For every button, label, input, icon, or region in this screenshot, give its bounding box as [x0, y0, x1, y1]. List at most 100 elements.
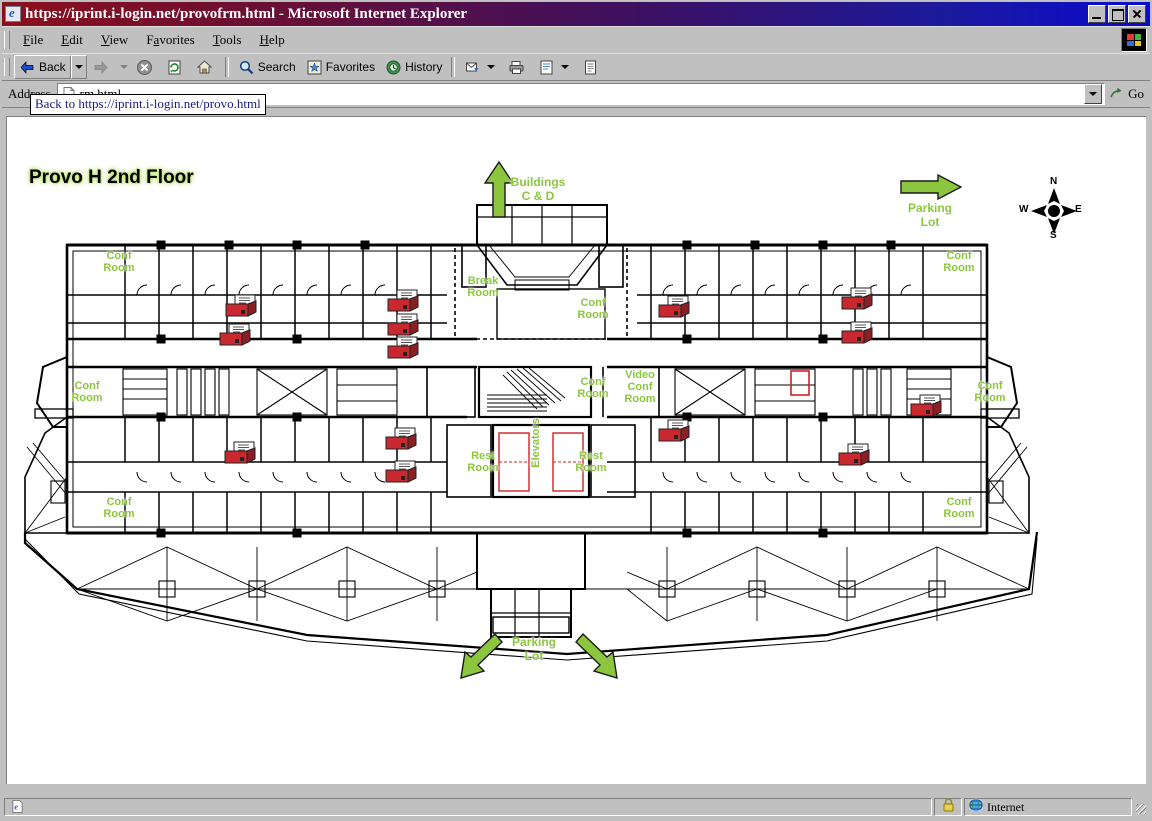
menu-item-file[interactable]: File: [14, 30, 52, 50]
edit-page-icon: [538, 59, 555, 76]
globe-icon: [967, 798, 985, 817]
window-title-url: https://iprint.i-login.net/provofrm.html: [25, 5, 276, 22]
zone-label: Internet: [987, 799, 1025, 814]
window-title-app: - Microsoft Internet Explorer: [275, 5, 468, 22]
favorites-star-icon: [306, 59, 323, 76]
search-icon: [238, 59, 255, 76]
minimize-button[interactable]: [1088, 5, 1106, 23]
printer-icon[interactable]: [223, 441, 257, 467]
mail-icon: [464, 59, 481, 76]
svg-text:e: e: [14, 801, 18, 811]
go-button[interactable]: Go: [1105, 83, 1150, 105]
printer-icon[interactable]: [224, 294, 258, 320]
refresh-icon: [166, 59, 183, 76]
menu-item-view[interactable]: View: [92, 30, 137, 50]
back-history-dropdown[interactable]: [70, 55, 87, 79]
menu-item-tools[interactable]: Tools: [204, 30, 251, 50]
page-content-area: Conf Room Conf Room Conf Room Conf Room Conf Room…: [6, 116, 1146, 784]
discuss-icon: [582, 59, 599, 76]
toolbar-grip[interactable]: [4, 58, 10, 76]
home-button[interactable]: [190, 55, 221, 79]
menu-item-edit[interactable]: Edit: [52, 30, 92, 50]
compass-rose: N S W E: [1019, 176, 1085, 242]
compass-south-label: S: [1050, 230, 1057, 241]
printer-icon[interactable]: [657, 419, 691, 445]
printer-icon[interactable]: [386, 336, 420, 362]
history-button[interactable]: History: [380, 55, 448, 79]
room-label-conf-room-c2: Conf Room: [577, 376, 609, 400]
menu-item-help[interactable]: Help: [250, 30, 293, 50]
ie-brand-logo: [1121, 28, 1147, 52]
back-arrow-icon: [19, 59, 36, 76]
stop-icon: [136, 59, 153, 76]
buildings-cd-label: Buildings C & D: [510, 175, 566, 203]
lock-icon: [942, 797, 955, 817]
menu-grip[interactable]: [4, 31, 10, 49]
printer-icon[interactable]: [218, 323, 252, 349]
close-button[interactable]: [1128, 5, 1146, 23]
parking-lot-label-bottom: Parking Lot: [511, 635, 556, 663]
room-label-conf-room-r: Conf Room: [974, 380, 1006, 404]
address-dropdown-button[interactable]: [1084, 84, 1103, 104]
ie-document-icon: [5, 5, 21, 22]
home-icon: [196, 59, 213, 76]
edit-button[interactable]: [533, 55, 578, 79]
search-button-label: Search: [257, 60, 296, 74]
printer-icon[interactable]: [384, 460, 418, 486]
status-bar: e Internet: [4, 797, 1148, 817]
status-message-pane: e: [4, 798, 932, 816]
printer-icon[interactable]: [837, 443, 871, 469]
go-button-label: Go: [1128, 86, 1144, 101]
room-label-conf-room-bl: Conf Room: [103, 496, 135, 520]
menu-bar: File Edit View Favorites Tools Help: [2, 26, 1150, 53]
back-button-label: Back: [39, 60, 66, 74]
compass-west-label: W: [1019, 204, 1029, 215]
compass-east-label: E: [1075, 204, 1082, 215]
printer-icon[interactable]: [386, 289, 420, 315]
discuss-button[interactable]: [577, 55, 608, 79]
favorites-button[interactable]: Favorites: [300, 55, 381, 79]
history-clock-icon: [385, 59, 402, 76]
forward-arrow-icon: [92, 59, 109, 76]
window-title: https://iprint.i-login.net/provofrm.html…: [25, 6, 1088, 23]
mail-button[interactable]: [459, 55, 504, 79]
refresh-button[interactable]: [160, 55, 191, 79]
printer-icon[interactable]: [909, 394, 943, 420]
stop-button[interactable]: [130, 55, 161, 79]
favorites-button-label: Favorites: [325, 60, 376, 74]
room-label-rest-room-l: Rest Room: [467, 450, 499, 474]
printer-icon[interactable]: [840, 287, 874, 313]
window-controls: [1088, 5, 1146, 23]
browser-window: https://iprint.i-login.net/provofrm.html…: [0, 0, 1152, 821]
back-button[interactable]: Back: [14, 55, 71, 79]
print-icon: [508, 59, 525, 76]
map-title: Provo H 2nd Floor: [29, 167, 194, 188]
forward-button[interactable]: [86, 55, 117, 79]
room-label-conf-room-br: Conf Room: [943, 496, 975, 520]
edit-dropdown-icon[interactable]: [561, 65, 570, 69]
printer-icon[interactable]: [384, 427, 418, 453]
mail-dropdown-icon[interactable]: [487, 65, 496, 69]
back-tooltip: Back to https://iprint.i-login.net/provo…: [30, 94, 266, 115]
compass-north-label: N: [1050, 176, 1058, 187]
go-arrow-icon: [1108, 86, 1125, 103]
security-pane[interactable]: [934, 797, 962, 817]
parking-lot-label-top: Parking Lot: [907, 201, 952, 229]
room-label-conf-room-tl: Conf Room: [103, 250, 135, 274]
search-button[interactable]: Search: [232, 55, 301, 79]
room-label-conf-room-tr: Conf Room: [943, 250, 975, 274]
resize-grip[interactable]: [1134, 798, 1148, 816]
room-label-elevators: Elevators: [530, 418, 542, 468]
room-label-video-conf: Video Conf Room: [624, 369, 656, 405]
print-button[interactable]: [503, 55, 534, 79]
zone-pane[interactable]: Internet: [964, 798, 1132, 816]
forward-history-dropdown[interactable]: [117, 65, 131, 69]
room-label-conf-room-c1: Conf Room: [577, 297, 609, 321]
printer-icon[interactable]: [657, 295, 691, 321]
status-page-icon: e: [10, 799, 27, 816]
menu-item-favorites[interactable]: Favorites: [137, 30, 203, 50]
navigation-toolbar: Back Search Favorites History: [2, 53, 1150, 81]
printer-icon[interactable]: [840, 321, 874, 347]
floorplan-canvas: Conf Room Conf Room Conf Room Conf Room Conf Room…: [7, 117, 1146, 784]
maximize-button[interactable]: [1108, 5, 1126, 23]
